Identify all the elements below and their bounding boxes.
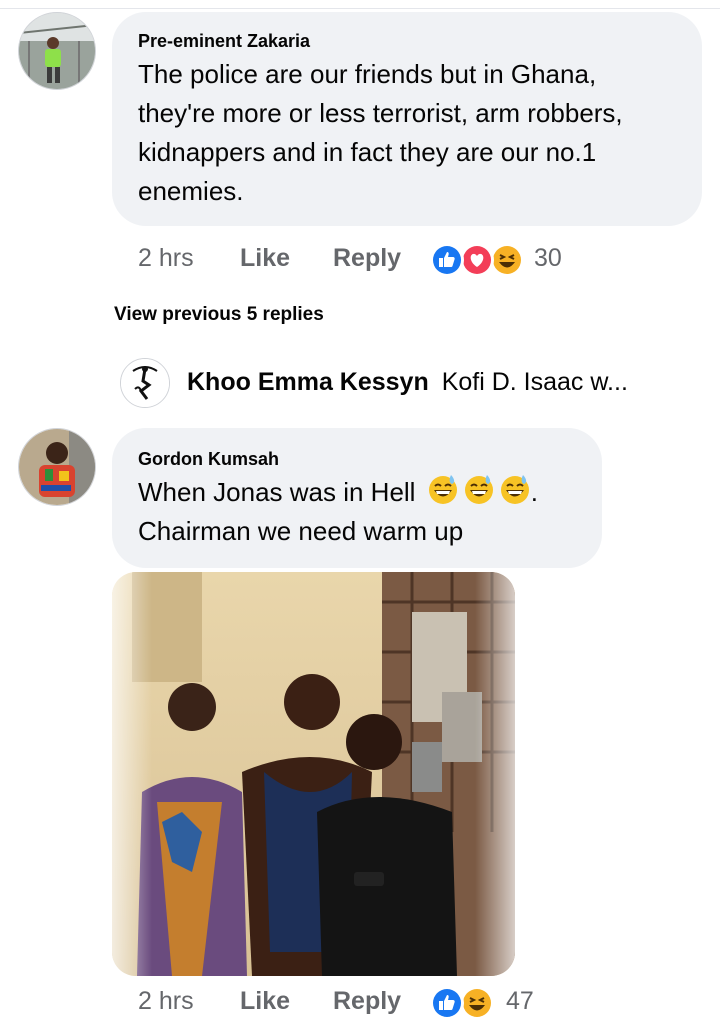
reply-preview[interactable]: Khoo Emma Kessyn Kofi D. Isaac w... [187, 368, 628, 397]
comment-text-line: they're more or less terrorist, arm robb… [138, 98, 623, 128]
grinning-sweat-emoji-icon [428, 475, 457, 504]
avatar-photo [19, 13, 95, 89]
comment-author[interactable]: Gordon Kumsah [138, 449, 279, 470]
comment-timestamp: 2 hrs [138, 987, 194, 1015]
reply-button[interactable]: Reply [333, 987, 401, 1016]
like-button[interactable]: Like [240, 987, 290, 1016]
reaction-count: 47 [506, 987, 534, 1015]
grinning-sweat-emoji-icon [500, 475, 529, 504]
comment-text: The police are our friends but in Ghana,… [138, 55, 698, 211]
like-icon [430, 243, 464, 277]
comment-text-line: When Jonas was in Hell . [138, 473, 598, 512]
comment-timestamp: 2 hrs [138, 244, 194, 272]
comment-text-segment: . [530, 477, 538, 507]
love-icon [460, 243, 494, 277]
reaction-summary[interactable]: 47 [430, 986, 550, 1020]
avatar-photo [19, 429, 95, 505]
grinning-sweat-emoji-icon [464, 475, 493, 504]
reply-button[interactable]: Reply [333, 244, 401, 273]
like-button[interactable]: Like [240, 244, 290, 273]
comment-text-line: kidnappers and in fact they are our no.1 [138, 137, 597, 167]
like-icon [430, 986, 464, 1020]
photo-image [112, 572, 515, 976]
comment-author[interactable]: Pre-eminent Zakaria [138, 31, 310, 52]
comment-text: When Jonas was in Hell . Chairman we nee… [138, 473, 598, 551]
comment-bubble[interactable]: Gordon Kumsah When Jonas was in Hell . C… [112, 428, 602, 568]
reaction-summary[interactable]: 30 [430, 243, 570, 277]
comment-text-line: Chairman we need warm up [138, 516, 464, 546]
top-divider [0, 8, 720, 9]
view-previous-replies-link[interactable]: View previous 5 replies [114, 304, 324, 326]
comment-text-line: The police are our friends but in Ghana, [138, 59, 597, 89]
reply-snippet: Kofi D. Isaac w... [441, 368, 628, 396]
avatar[interactable] [18, 428, 96, 506]
comment-bubble[interactable]: Pre-eminent Zakaria The police are our f… [112, 12, 702, 226]
reply-author[interactable]: Khoo Emma Kessyn [187, 368, 429, 396]
comment-text-segment: When Jonas was in Hell [138, 477, 416, 507]
avatar[interactable] [18, 12, 96, 90]
haha-icon [490, 243, 524, 277]
avatar[interactable] [120, 358, 170, 408]
avatar-logo [121, 359, 169, 407]
comment-photo[interactable] [112, 572, 515, 976]
reaction-count: 30 [534, 244, 562, 272]
haha-icon [460, 986, 494, 1020]
comment-text-line: enemies. [138, 176, 244, 206]
